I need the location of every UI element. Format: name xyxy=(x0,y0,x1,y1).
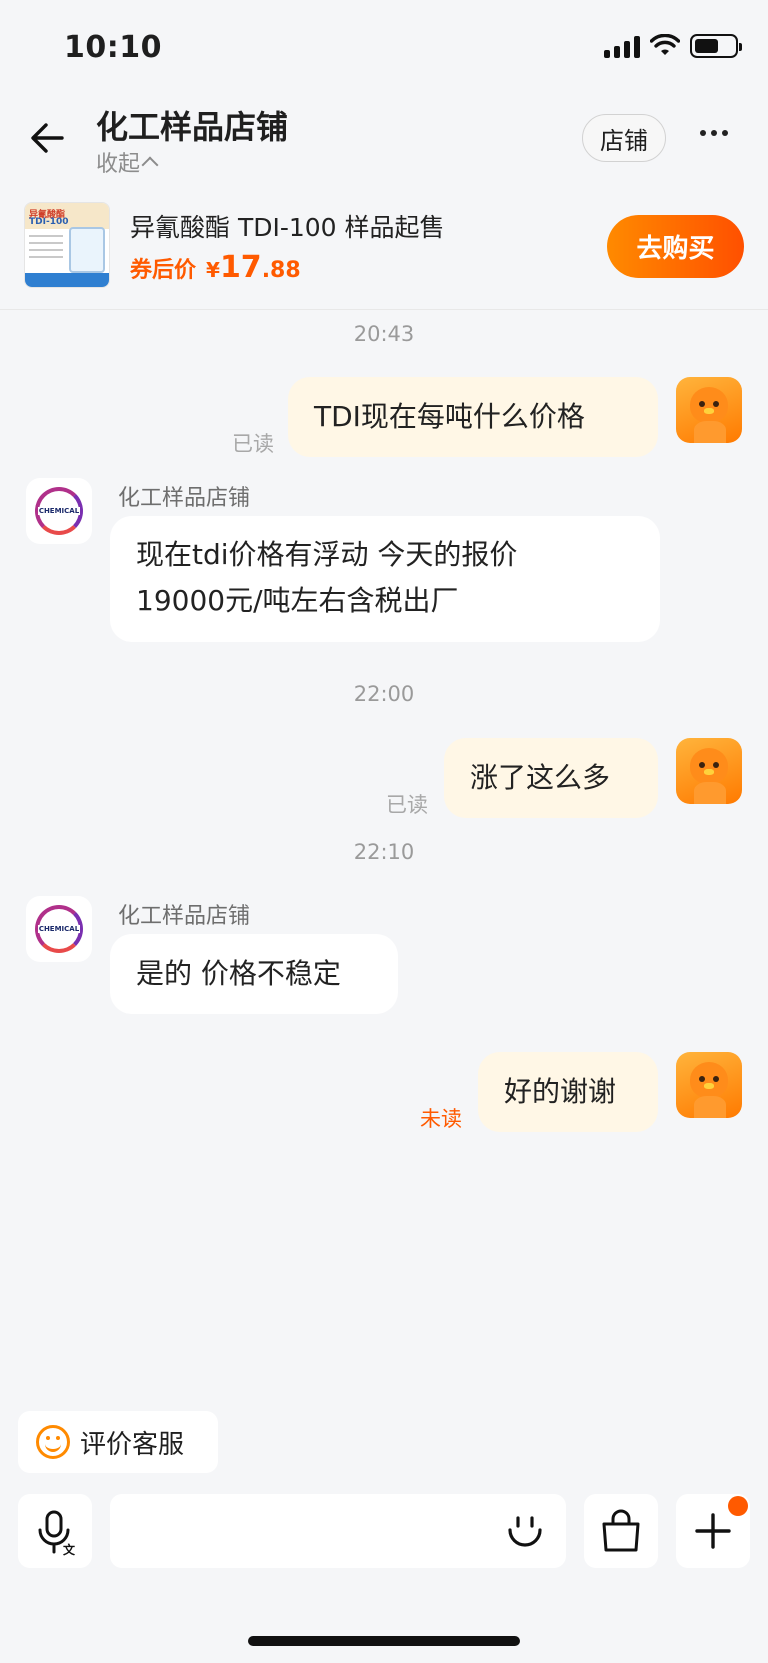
message-line: 19000元/吨左右含税出厂 xyxy=(136,584,459,617)
product-price: 券后价 ¥17.88 xyxy=(130,250,301,285)
message-text: 好的谢谢 xyxy=(504,1075,617,1108)
message-text: 涨了这么多 xyxy=(470,761,611,794)
page-title: 化工样品店铺 xyxy=(96,108,289,146)
notification-dot xyxy=(728,1496,748,1516)
chevron-up-icon xyxy=(141,156,159,174)
sender-name: 化工样品店铺 xyxy=(118,486,251,511)
message-text: TDI现在每吨什么价格 xyxy=(314,400,585,433)
shopping-bag-icon xyxy=(602,1509,640,1552)
smile-icon xyxy=(36,1425,70,1459)
rate-service-label: 评价客服 xyxy=(80,1429,185,1460)
thumb-text-2: TDI-100 xyxy=(29,217,69,227)
voice-input-button[interactable]: 文 xyxy=(18,1494,92,1568)
shop-avatar[interactable]: CHEMICAL xyxy=(26,896,92,962)
status-icons xyxy=(604,34,742,58)
rate-service-button[interactable]: 评价客服 xyxy=(18,1411,218,1473)
microphone-icon: 文 xyxy=(38,1510,76,1557)
my-avatar[interactable] xyxy=(676,738,742,804)
price-value: ¥17.88 xyxy=(206,250,301,285)
product-thumbnail[interactable]: 异氰酸酯 TDI-100 xyxy=(24,202,110,288)
store-button[interactable]: 店铺 xyxy=(582,114,666,162)
read-status: 已读 xyxy=(386,793,428,817)
unread-status: 未读 xyxy=(420,1107,462,1131)
jar-image xyxy=(69,227,105,273)
signal-icon xyxy=(604,34,640,58)
shop-avatar[interactable]: CHEMICAL xyxy=(26,478,92,544)
shop-message-bubble[interactable]: 现在tdi价格有浮动 今天的报价 19000元/吨左右含税出厂 xyxy=(110,516,660,642)
shop-message-bubble[interactable]: 是的 价格不稳定 xyxy=(110,934,398,1014)
my-message-bubble[interactable]: 涨了这么多 xyxy=(444,738,658,818)
product-name[interactable]: 异氰酸酯 TDI-100 样品起售 xyxy=(130,208,445,244)
more-icon[interactable] xyxy=(700,130,728,136)
message-input[interactable] xyxy=(110,1494,566,1568)
timestamp: 20:43 xyxy=(353,322,415,346)
my-avatar[interactable] xyxy=(676,377,742,443)
home-indicator[interactable] xyxy=(248,1636,520,1646)
wifi-icon xyxy=(650,34,680,55)
buy-button[interactable]: 去购买 xyxy=(607,215,744,278)
sender-name: 化工样品店铺 xyxy=(118,904,251,929)
read-status: 已读 xyxy=(232,432,274,456)
emoji-icon[interactable] xyxy=(502,1508,548,1554)
my-message-bubble[interactable]: 好的谢谢 xyxy=(478,1052,658,1132)
collapse-toggle[interactable]: 收起 xyxy=(96,146,159,178)
message-text-field[interactable] xyxy=(126,1506,486,1556)
collapse-label: 收起 xyxy=(96,152,141,177)
timestamp: 22:10 xyxy=(353,840,415,864)
my-avatar[interactable] xyxy=(676,1052,742,1118)
back-arrow-icon[interactable] xyxy=(28,118,68,158)
timestamp: 22:00 xyxy=(353,682,415,706)
my-message-bubble[interactable]: TDI现在每吨什么价格 xyxy=(288,377,658,457)
price-label: 券后价 xyxy=(130,258,197,283)
svg-text:文: 文 xyxy=(63,1542,76,1557)
message-line: 现在tdi价格有浮动 今天的报价 xyxy=(136,538,518,571)
order-button[interactable] xyxy=(584,1494,658,1568)
status-time: 10:10 xyxy=(64,30,162,65)
message-text: 是的 价格不稳定 xyxy=(136,957,341,990)
battery-icon xyxy=(690,34,742,58)
